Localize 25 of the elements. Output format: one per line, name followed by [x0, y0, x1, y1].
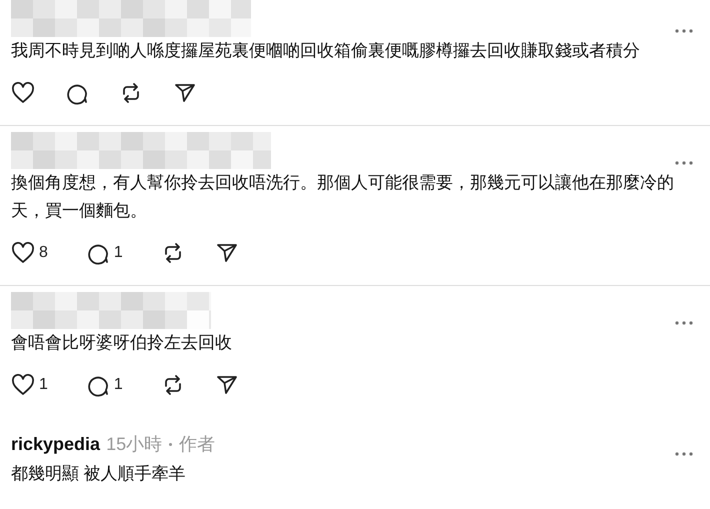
send-icon: [214, 373, 239, 397]
reply-button[interactable]: 1: [86, 241, 123, 265]
comment-text: 我周不時見到啲人喺度攞屋苑裏便嗰啲回收箱偷裏便嘅膠樽攞去回收賺取錢或者積分: [11, 40, 641, 62]
heart-icon: [11, 374, 35, 396]
heart-icon: [11, 242, 35, 264]
comment-text: 換個角度想，有人幫你拎去回收唔洗行。那個人可能很需要，那幾元可以讓他在那麼冷的天，買一個麵包。: [11, 172, 675, 222]
timestamp: 15小時: [106, 433, 162, 456]
share-button[interactable]: [214, 241, 239, 265]
more-icon: [675, 29, 693, 33]
heart-icon: [11, 82, 35, 104]
username[interactable]: rickypedia: [11, 434, 100, 455]
like-button[interactable]: 8: [11, 242, 48, 264]
share-button[interactable]: [173, 81, 197, 105]
comment-text: 會唔會比呀婆呀伯拎左去回收: [11, 332, 233, 354]
more-icon: [675, 452, 693, 456]
author-tag: 作者: [179, 432, 216, 456]
reply-button[interactable]: 1: [86, 373, 123, 397]
send-icon: [173, 81, 197, 105]
more-icon: [675, 321, 693, 325]
more-icon: [675, 161, 693, 165]
share-button[interactable]: [214, 373, 239, 397]
like-button[interactable]: [11, 82, 35, 104]
send-icon: [214, 241, 239, 265]
comment-text: 都幾明顯 被人順手牽羊: [11, 463, 187, 485]
like-button[interactable]: 1: [11, 374, 48, 396]
